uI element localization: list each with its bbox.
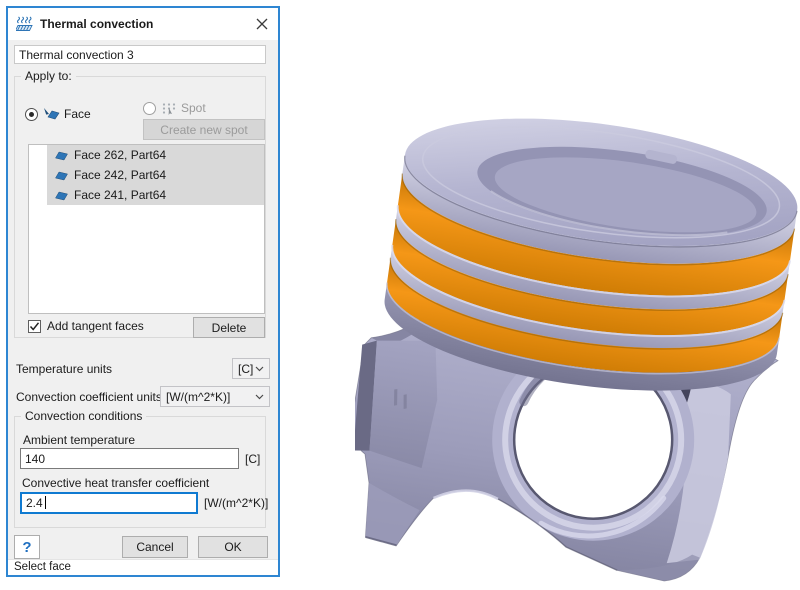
cancel-button[interactable]: Cancel <box>122 536 188 558</box>
status-bar: Select face <box>8 559 278 575</box>
spot-icon <box>161 102 177 115</box>
face-list-label: Face 262, Part64 <box>74 148 166 162</box>
add-tangent-checkbox[interactable]: Add tangent faces <box>28 319 144 333</box>
thermal-convection-icon <box>16 16 33 32</box>
close-button[interactable] <box>252 15 272 33</box>
ambient-temperature-unit: [C] <box>245 452 260 466</box>
delete-button[interactable]: Delete <box>193 317 265 338</box>
face-icon <box>55 170 68 181</box>
piston-model <box>355 110 800 590</box>
ok-button[interactable]: OK <box>198 536 268 558</box>
text-caret <box>45 496 46 509</box>
dialog-title: Thermal convection <box>40 17 153 31</box>
face-radio-circle <box>25 108 38 121</box>
apply-to-group: Apply to: Face Spot Create new spot <box>14 76 266 338</box>
status-text: Select face <box>14 561 71 573</box>
3d-viewport-piston-model[interactable] <box>355 110 800 590</box>
face-list-item[interactable]: Face 241, Part64 <box>29 185 264 205</box>
spot-radio-label: Spot <box>181 101 206 115</box>
check-icon <box>29 321 40 332</box>
close-icon <box>256 18 268 30</box>
face-icon <box>43 107 60 121</box>
apply-to-legend: Apply to: <box>21 69 76 83</box>
checkbox-box <box>28 320 41 333</box>
thermal-convection-dialog: Thermal convection Apply to: Face <box>6 6 280 577</box>
temperature-units-dropdown[interactable]: [C] <box>232 358 270 379</box>
temperature-units-value: [C] <box>238 362 253 376</box>
chevron-down-icon <box>255 366 264 372</box>
spot-radio-circle <box>143 102 156 115</box>
face-radio[interactable]: Face <box>25 107 91 121</box>
convection-conditions-legend: Convection conditions <box>21 409 146 423</box>
face-icon <box>55 190 68 201</box>
temperature-units-label: Temperature units <box>16 362 112 376</box>
ambient-temperature-label: Ambient temperature <box>23 433 135 447</box>
face-list-item[interactable]: Face 262, Part64 <box>29 145 264 165</box>
heat-transfer-coefficient-label: Convective heat transfer coefficient <box>22 476 209 490</box>
ambient-temperature-input[interactable] <box>20 448 239 469</box>
create-new-spot-button[interactable]: Create new spot <box>143 119 265 140</box>
spot-radio[interactable]: Spot <box>143 101 206 115</box>
chevron-down-icon <box>255 394 264 400</box>
coefficient-units-label: Convection coefficient units <box>16 390 162 404</box>
condition-name-input[interactable] <box>14 45 266 64</box>
coefficient-units-value: [W/(m^2*K)] <box>166 390 230 404</box>
dialog-titlebar[interactable]: Thermal convection <box>8 8 278 40</box>
coefficient-units-dropdown[interactable]: [W/(m^2*K)] <box>160 386 270 407</box>
help-button[interactable]: ? <box>14 535 40 559</box>
heat-transfer-coefficient-unit: [W/(m^2*K)] <box>204 496 268 510</box>
face-radio-label: Face <box>64 107 91 121</box>
face-icon <box>55 150 68 161</box>
face-list-item[interactable]: Face 242, Part64 <box>29 165 264 185</box>
face-list-label: Face 241, Part64 <box>74 188 166 202</box>
add-tangent-label: Add tangent faces <box>47 319 144 333</box>
heat-transfer-coefficient-input[interactable] <box>20 492 198 514</box>
heat-transfer-coefficient-field <box>20 492 198 514</box>
face-list[interactable]: Face 262, Part64 Face 242, Part64 Face 2… <box>28 144 265 314</box>
face-list-label: Face 242, Part64 <box>74 168 166 182</box>
